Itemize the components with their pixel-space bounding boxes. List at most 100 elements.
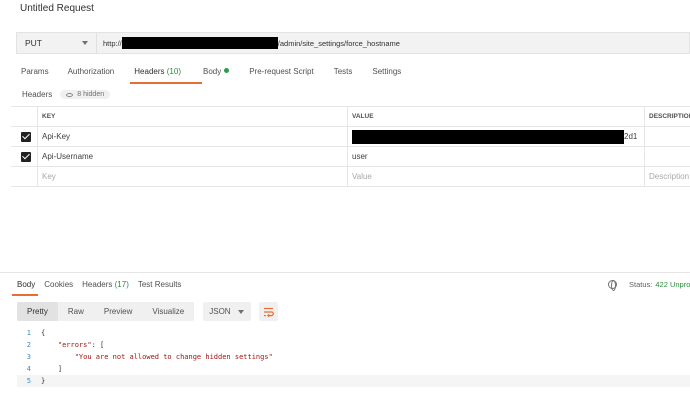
- value-cell[interactable]: 2d1: [348, 127, 645, 146]
- key-text: Api-Key: [42, 132, 71, 141]
- tab-label: Tests: [333, 67, 353, 76]
- tab-label: Authorization: [67, 67, 115, 76]
- code-line-active: 5 }: [17, 375, 690, 387]
- value-redacted: [352, 129, 624, 144]
- method-label: PUT: [25, 38, 42, 48]
- view-preview-button[interactable]: Preview: [94, 302, 142, 321]
- response-status: Status: 422 Unpro: [608, 280, 690, 291]
- line-number: 1: [26, 329, 31, 337]
- tab-params[interactable]: Params: [21, 67, 49, 76]
- view-raw-button[interactable]: Raw: [58, 302, 94, 321]
- response-tabs: Body Cookies Headers (17) Test Results: [17, 280, 190, 289]
- line-number: 4: [26, 365, 31, 373]
- tab-label: Headers: [82, 280, 113, 289]
- headers-title: Headers: [22, 90, 53, 99]
- response-tab-headers[interactable]: Headers (17): [82, 280, 129, 289]
- response-active-tab-indicator: [12, 294, 38, 296]
- description-placeholder: Description: [649, 172, 690, 181]
- value-text: user: [352, 152, 368, 161]
- headers-section: Headers 8 hidden: [22, 90, 111, 99]
- view-mode-group: Pretty Raw Preview Visualize: [17, 302, 195, 321]
- url-redacted: [121, 37, 278, 49]
- description-input[interactable]: Description: [645, 167, 690, 186]
- key-cell[interactable]: Api-Key: [38, 127, 348, 146]
- format-select[interactable]: JSON: [203, 302, 252, 321]
- chevron-down-icon: [238, 310, 245, 314]
- wrap-lines-icon: [264, 307, 275, 317]
- key-cell[interactable]: Api-Username: [38, 147, 348, 166]
- checkbox[interactable]: [21, 151, 31, 162]
- method-select[interactable]: PUT: [17, 33, 97, 53]
- line-text: ]: [41, 365, 63, 373]
- url-prefix: http://: [103, 38, 122, 48]
- hidden-count-label: 8 hidden: [77, 91, 105, 98]
- active-tab-indicator: [130, 82, 202, 84]
- key-input[interactable]: Key: [38, 167, 348, 186]
- tab-authorization[interactable]: Authorization: [68, 67, 115, 76]
- eye-icon: [66, 92, 74, 97]
- value-cell[interactable]: user: [348, 147, 645, 166]
- line-text: "errors": [: [57, 341, 105, 349]
- url-suffix: /admin/site_settings/force_hostname: [277, 38, 400, 48]
- response-body-editor[interactable]: 1 { 2 "errors": [ 3 "You are not allowed…: [17, 327, 690, 389]
- tab-label: Test Results: [137, 280, 182, 289]
- key-placeholder: Key: [42, 172, 56, 181]
- hidden-headers-toggle[interactable]: 8 hidden: [60, 90, 111, 99]
- table-row-new: Key Value Description: [11, 167, 690, 187]
- value-input[interactable]: Value: [348, 167, 645, 186]
- tab-label: Pre-request Script: [249, 67, 314, 76]
- tab-tests[interactable]: Tests: [334, 67, 353, 76]
- description-cell[interactable]: [645, 147, 690, 166]
- response-tab-body[interactable]: Body: [17, 280, 35, 289]
- header-cell-check: [11, 107, 38, 126]
- headers-table: KEY VALUE DESCRIPTION Api-Key 2d1 Api-Us…: [11, 106, 690, 187]
- tab-count: (17): [114, 280, 129, 289]
- globe-icon[interactable]: [608, 280, 617, 291]
- line-number: 5: [26, 377, 31, 385]
- line-text: "You are not allowed to change hidden se…: [41, 353, 273, 361]
- json-key: "errors": [57, 341, 92, 349]
- column-header-value: VALUE: [348, 107, 645, 126]
- checkbox[interactable]: [21, 131, 31, 142]
- row-check-cell: [11, 167, 38, 186]
- description-cell[interactable]: [645, 127, 690, 146]
- chevron-down-icon: [82, 41, 88, 45]
- tab-label: Params: [21, 67, 49, 76]
- request-bar: PUT http:// /admin/site_settings/force_h…: [16, 32, 690, 54]
- table-header-row: KEY VALUE DESCRIPTION: [11, 107, 690, 127]
- tab-label: Body: [17, 280, 36, 289]
- value-placeholder: Value: [352, 172, 372, 181]
- format-label: JSON: [209, 307, 231, 316]
- tab-label: Headers: [134, 67, 165, 76]
- line-number: 3: [26, 353, 31, 361]
- response-tab-test-results[interactable]: Test Results: [138, 280, 182, 289]
- wrap-lines-button[interactable]: [259, 302, 279, 321]
- tab-pre-request-script[interactable]: Pre-request Script: [249, 67, 313, 76]
- tab-count: (10): [166, 67, 181, 76]
- line-number: 2: [26, 341, 31, 349]
- response-toolbar: Pretty Raw Preview Visualize JSON: [17, 302, 279, 321]
- status-value[interactable]: 422 Unpro: [655, 280, 690, 289]
- code-line: 2 "errors": [: [17, 339, 690, 351]
- request-title[interactable]: Untitled Request: [20, 3, 94, 14]
- code-line: 3 "You are not allowed to change hidden …: [17, 351, 690, 363]
- tab-label: Cookies: [44, 280, 74, 289]
- column-header-key: KEY: [38, 107, 348, 126]
- tab-body[interactable]: Body: [202, 67, 230, 76]
- row-check-cell: [11, 147, 38, 166]
- code-line: 4 ]: [17, 363, 690, 375]
- url-input[interactable]: http:// /admin/site_settings/force_hostn…: [103, 33, 400, 53]
- tab-headers[interactable]: Headers (10): [134, 67, 181, 76]
- line-text: }: [41, 377, 46, 385]
- view-visualize-button[interactable]: Visualize: [142, 302, 194, 321]
- tab-settings[interactable]: Settings: [372, 67, 401, 76]
- request-tabs: Params Authorization Headers (10) Body P…: [21, 67, 401, 76]
- row-check-cell: [11, 127, 38, 146]
- view-pretty-button[interactable]: Pretty: [17, 302, 58, 321]
- tab-label: Settings: [372, 67, 402, 76]
- line-text: {: [41, 329, 46, 337]
- response-divider[interactable]: [0, 272, 690, 273]
- value-text: 2d1: [624, 132, 638, 141]
- tab-label: Body: [202, 67, 222, 76]
- response-tab-cookies[interactable]: Cookies: [44, 280, 73, 289]
